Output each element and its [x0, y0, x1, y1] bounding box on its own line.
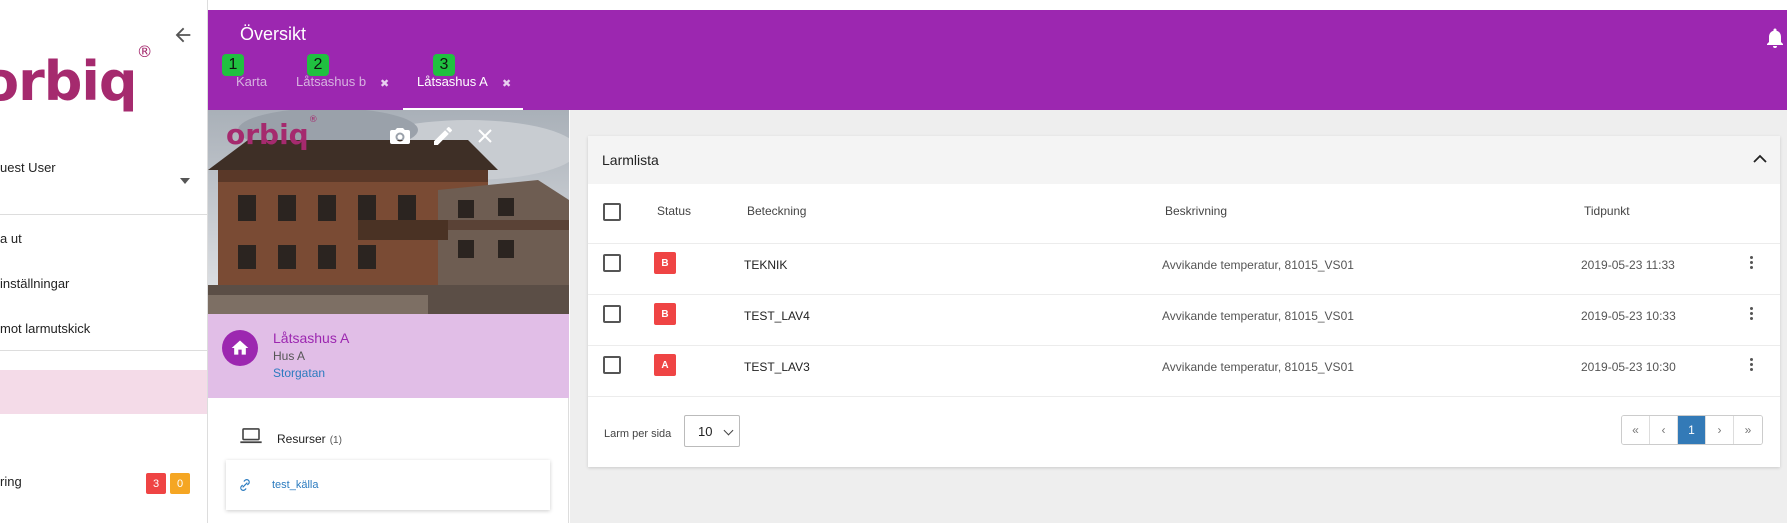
alarm-description: Avvikande temperatur, 81015_VS01 — [1162, 309, 1354, 323]
back-arrow-icon[interactable] — [172, 24, 194, 46]
tab-karta[interactable]: Karta — [236, 74, 267, 89]
building-address-link[interactable]: Storgatan — [273, 366, 325, 380]
column-header-time[interactable]: Tidpunkt — [1584, 204, 1630, 218]
page-last-button[interactable]: » — [1734, 416, 1762, 444]
divider — [588, 345, 1780, 346]
close-tab-b-icon[interactable]: ✖ — [380, 77, 389, 90]
main-area: Larmlista Status Beteckning Beskrivning … — [570, 110, 1787, 523]
page-title: Översikt — [240, 24, 307, 44]
sidebar-menu-settings[interactable]: inställningar — [0, 276, 69, 291]
alarm-description: Avvikande temperatur, 81015_VS01 — [1162, 360, 1354, 374]
page-next-button[interactable]: › — [1706, 416, 1734, 444]
pagination: « ‹ 1 › » — [1621, 415, 1763, 445]
status-badge: B — [654, 303, 676, 325]
building-info: Låtsashus A Hus A Storgatan — [208, 314, 569, 398]
laptop-icon — [240, 428, 262, 444]
alarm-time: 2019-05-23 10:30 — [1581, 360, 1676, 374]
edit-icon[interactable] — [431, 124, 455, 148]
select-all-checkbox[interactable] — [603, 203, 621, 221]
user-menu-caret-icon[interactable] — [180, 178, 190, 184]
per-page-select[interactable]: 10 — [684, 415, 740, 447]
sidebar-logo: orbiq® — [0, 42, 153, 113]
house-icon — [222, 330, 258, 366]
tab-latsashus-b[interactable]: Låtsashus b — [296, 74, 366, 89]
divider — [0, 214, 207, 215]
alarm-time: 2019-05-23 10:33 — [1581, 309, 1676, 323]
row-menu-icon[interactable] — [1748, 305, 1754, 323]
divider — [588, 294, 1780, 295]
divider — [0, 350, 207, 351]
close-tab-a-icon[interactable]: ✖ — [502, 77, 511, 90]
user-name: uest User — [0, 160, 56, 175]
page-1-button[interactable]: 1 — [1678, 416, 1706, 444]
app-header: Översikt 1 2 3 Karta Låtsashus b ✖ Låtsa… — [208, 10, 1787, 110]
column-header-status[interactable]: Status — [657, 204, 691, 218]
chevron-down-icon — [723, 425, 734, 436]
column-header-description[interactable]: Beskrivning — [1165, 204, 1227, 218]
row-checkbox[interactable] — [603, 305, 621, 323]
alarm-count-badge-red: 3 — [146, 473, 166, 494]
row-menu-icon[interactable] — [1748, 254, 1754, 272]
sidebar: orbiq® uest User a ut inställningar mot … — [0, 0, 208, 523]
per-page-label: Larm per sida — [604, 428, 672, 440]
alarm-list-header: Larmlista — [588, 136, 1780, 184]
tab-number-2: 2 — [307, 54, 329, 76]
app-root: orbiq® uest User a ut inställningar mot … — [0, 0, 1787, 523]
alarm-list-title: Larmlista — [602, 152, 659, 168]
chevron-up-icon[interactable] — [1753, 154, 1767, 164]
alarm-count-badge-orange: 0 — [170, 473, 190, 494]
sidebar-menu-alarm-dispatch[interactable]: mot larmutskick — [0, 321, 90, 336]
close-icon[interactable] — [473, 124, 497, 148]
alarm-time: 2019-05-23 11:33 — [1581, 258, 1675, 272]
sidebar-menu-logout[interactable]: a ut — [0, 231, 22, 246]
alarm-list-card: Larmlista Status Beteckning Beskrivning … — [588, 136, 1780, 467]
row-checkbox[interactable] — [603, 254, 621, 272]
status-badge: A — [654, 354, 676, 376]
tab-latsashus-a[interactable]: Låtsashus A — [417, 74, 488, 89]
tab-number-1: 1 — [222, 54, 244, 76]
link-icon — [240, 479, 250, 491]
row-menu-icon[interactable] — [1748, 356, 1754, 374]
bell-icon[interactable] — [1763, 26, 1787, 50]
alarm-id: TEST_LAV4 — [744, 309, 810, 323]
building-subtitle: Hus A — [273, 349, 306, 363]
page-prev-button[interactable]: ‹ — [1650, 416, 1678, 444]
alarm-id: TEKNIK — [744, 258, 788, 272]
tab-number-3: 3 — [433, 54, 455, 76]
sidebar-item-selected[interactable] — [0, 370, 207, 414]
page-first-button[interactable]: « — [1622, 416, 1650, 444]
row-checkbox[interactable] — [603, 356, 621, 374]
resource-item-link[interactable]: test_källa — [272, 479, 318, 491]
column-header-id[interactable]: Beteckning — [747, 204, 806, 218]
building-panel: orbiq® Låtsashus A Hus A Storgatan Resur… — [208, 110, 569, 523]
divider — [588, 243, 1780, 244]
resource-item[interactable]: test_källa — [226, 460, 550, 510]
alarm-description: Avvikande temperatur, 81015_VS01 — [1162, 258, 1354, 272]
camera-icon[interactable] — [388, 124, 412, 148]
resources-label: Resurser (1) — [277, 432, 342, 446]
building-name: Låtsashus A — [273, 330, 350, 346]
top-strip — [208, 0, 1787, 10]
sidebar-item-label[interactable]: ring — [0, 474, 22, 489]
status-badge: B — [654, 252, 676, 274]
card-logo: orbiq® — [226, 114, 318, 151]
alarm-id: TEST_LAV3 — [744, 360, 810, 374]
divider — [588, 396, 1780, 397]
building-photo: orbiq® — [208, 110, 569, 314]
